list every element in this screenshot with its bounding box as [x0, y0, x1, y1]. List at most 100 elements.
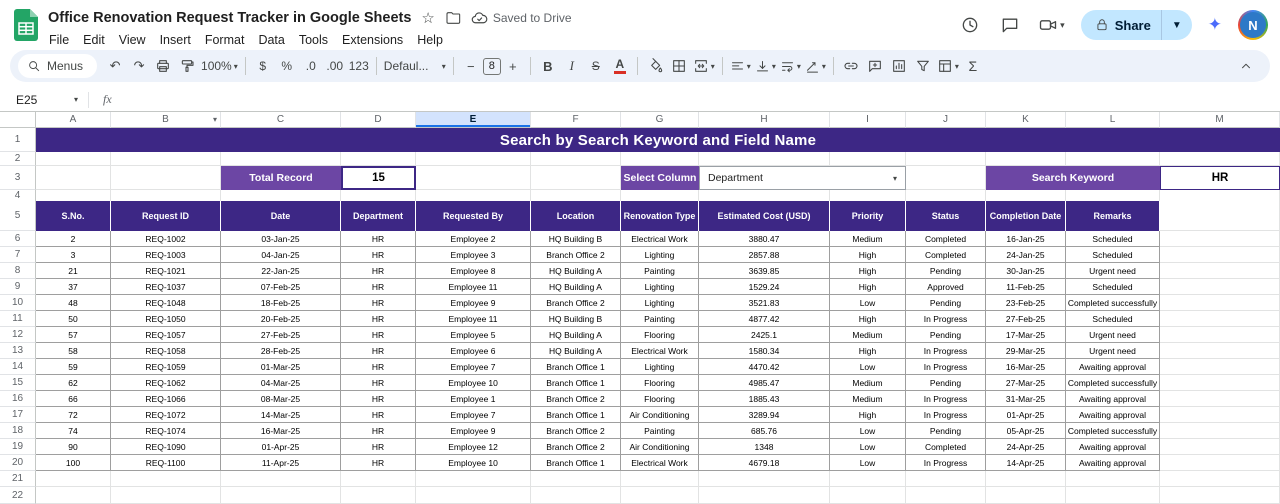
move-folder-icon[interactable] — [445, 10, 461, 26]
menu-item-format[interactable]: Format — [198, 31, 252, 49]
table-header-renovation-type[interactable]: Renovation Type — [621, 201, 699, 231]
cell-estimated-cost-usd[interactable]: 1529.24 — [699, 279, 830, 295]
cell-requested-by[interactable]: Employee 6 — [416, 343, 531, 359]
empty-cell[interactable] — [1066, 471, 1160, 487]
cell-requested-by[interactable]: Employee 11 — [416, 279, 531, 295]
cell-requested-by[interactable]: Employee 3 — [416, 247, 531, 263]
cell-location[interactable]: Branch Office 1 — [531, 359, 621, 375]
cell-requested-by[interactable]: Employee 9 — [416, 423, 531, 439]
empty-cell[interactable] — [1160, 327, 1280, 343]
cell-department[interactable]: HR — [341, 375, 416, 391]
collapse-toolbar-button[interactable] — [1234, 53, 1258, 79]
cell-s-no[interactable]: 90 — [36, 439, 111, 455]
horizontal-align-button[interactable]: ▾ — [728, 53, 753, 79]
cell-status[interactable]: In Progress — [906, 359, 986, 375]
sheets-logo-icon[interactable] — [14, 9, 38, 46]
cell-request-id[interactable]: REQ-1058 — [111, 343, 221, 359]
cell-requested-by[interactable]: Employee 7 — [416, 407, 531, 423]
menu-item-edit[interactable]: Edit — [76, 31, 112, 49]
empty-cell[interactable] — [699, 471, 830, 487]
cell-request-id[interactable]: REQ-1090 — [111, 439, 221, 455]
cell-date[interactable]: 07-Feb-25 — [221, 279, 341, 295]
cell-status[interactable]: In Progress — [906, 455, 986, 471]
cell-request-id[interactable]: REQ-1059 — [111, 359, 221, 375]
row-number[interactable]: 12 — [0, 327, 36, 343]
cell-status[interactable]: In Progress — [906, 407, 986, 423]
table-header-location[interactable]: Location — [531, 201, 621, 231]
empty-cell[interactable] — [416, 152, 531, 166]
select-all-corner[interactable] — [0, 112, 36, 128]
row-number[interactable]: 7 — [0, 247, 36, 263]
cell-renovation-type[interactable]: Lighting — [621, 247, 699, 263]
cell-location[interactable]: Branch Office 2 — [531, 423, 621, 439]
cell-status[interactable]: Pending — [906, 295, 986, 311]
empty-cell[interactable] — [111, 487, 221, 504]
cell-renovation-type[interactable]: Lighting — [621, 359, 699, 375]
empty-cell[interactable] — [906, 166, 986, 190]
cell-priority[interactable]: Low — [830, 439, 906, 455]
select-column-dropdown[interactable]: Department ▾ — [699, 166, 906, 190]
cell-requested-by[interactable]: Employee 10 — [416, 375, 531, 391]
empty-cell[interactable] — [531, 152, 621, 166]
cell-estimated-cost-usd[interactable]: 2857.88 — [699, 247, 830, 263]
table-header-department[interactable]: Department — [341, 201, 416, 231]
row-number[interactable]: 19 — [0, 439, 36, 455]
empty-cell[interactable] — [621, 152, 699, 166]
cell-estimated-cost-usd[interactable]: 4877.42 — [699, 311, 830, 327]
borders-button[interactable] — [667, 53, 691, 79]
cell-department[interactable]: HR — [341, 327, 416, 343]
empty-cell[interactable] — [1160, 359, 1280, 375]
cell-request-id[interactable]: REQ-1050 — [111, 311, 221, 327]
row-number[interactable]: 8 — [0, 263, 36, 279]
bold-button[interactable]: B — [536, 53, 560, 79]
merge-cells-button[interactable]: ▾ — [691, 53, 717, 79]
zoom-select[interactable]: 100%▾ — [199, 53, 240, 79]
cell-location[interactable]: HQ Building A — [531, 279, 621, 295]
cell-status[interactable]: Completed — [906, 247, 986, 263]
empty-cell[interactable] — [341, 152, 416, 166]
cell-request-id[interactable]: REQ-1048 — [111, 295, 221, 311]
empty-cell[interactable] — [36, 166, 111, 190]
table-header-status[interactable]: Status — [906, 201, 986, 231]
row-number[interactable]: 9 — [0, 279, 36, 295]
row-number[interactable]: 2 — [0, 152, 36, 166]
cell-estimated-cost-usd[interactable]: 685.76 — [699, 423, 830, 439]
empty-cell[interactable] — [1160, 391, 1280, 407]
account-avatar[interactable]: N — [1238, 10, 1268, 40]
cell-remarks[interactable]: Scheduled — [1066, 279, 1160, 295]
menu-item-extensions[interactable]: Extensions — [335, 31, 410, 49]
cell-estimated-cost-usd[interactable]: 1580.34 — [699, 343, 830, 359]
insert-chart-button[interactable] — [887, 53, 911, 79]
cell-estimated-cost-usd[interactable]: 4470.42 — [699, 359, 830, 375]
cell-renovation-type[interactable]: Electrical Work — [621, 455, 699, 471]
cell-priority[interactable]: Medium — [830, 375, 906, 391]
share-button[interactable]: Share ▼ — [1081, 10, 1192, 40]
cell-s-no[interactable]: 50 — [36, 311, 111, 327]
empty-cell[interactable] — [1160, 439, 1280, 455]
cell-date[interactable]: 27-Feb-25 — [221, 327, 341, 343]
table-header-remarks[interactable]: Remarks — [1066, 201, 1160, 231]
cell-remarks[interactable]: Urgent need — [1066, 343, 1160, 359]
empty-cell[interactable] — [1160, 279, 1280, 295]
empty-cell[interactable] — [1160, 295, 1280, 311]
cell-date[interactable]: 01-Apr-25 — [221, 439, 341, 455]
cell-s-no[interactable]: 74 — [36, 423, 111, 439]
decrease-font-size-button[interactable]: − — [459, 53, 483, 79]
cell-estimated-cost-usd[interactable]: 3521.83 — [699, 295, 830, 311]
cell-department[interactable]: HR — [341, 295, 416, 311]
cell-location[interactable]: Branch Office 1 — [531, 407, 621, 423]
cell-renovation-type[interactable]: Painting — [621, 311, 699, 327]
cell-renovation-type[interactable]: Lighting — [621, 295, 699, 311]
column-header-l[interactable]: L — [1066, 112, 1160, 128]
row-number[interactable]: 11 — [0, 311, 36, 327]
empty-cell[interactable] — [830, 152, 906, 166]
cell-completion-date[interactable]: 05-Apr-25 — [986, 423, 1066, 439]
cell-s-no[interactable]: 2 — [36, 231, 111, 247]
table-header-s-no[interactable]: S.No. — [36, 201, 111, 231]
empty-cell[interactable] — [906, 152, 986, 166]
cell-remarks[interactable]: Scheduled — [1066, 311, 1160, 327]
font-family-select[interactable]: Defaul...▾ — [382, 53, 448, 79]
table-header-date[interactable]: Date — [221, 201, 341, 231]
empty-cell[interactable] — [986, 152, 1066, 166]
cell-estimated-cost-usd[interactable]: 1348 — [699, 439, 830, 455]
